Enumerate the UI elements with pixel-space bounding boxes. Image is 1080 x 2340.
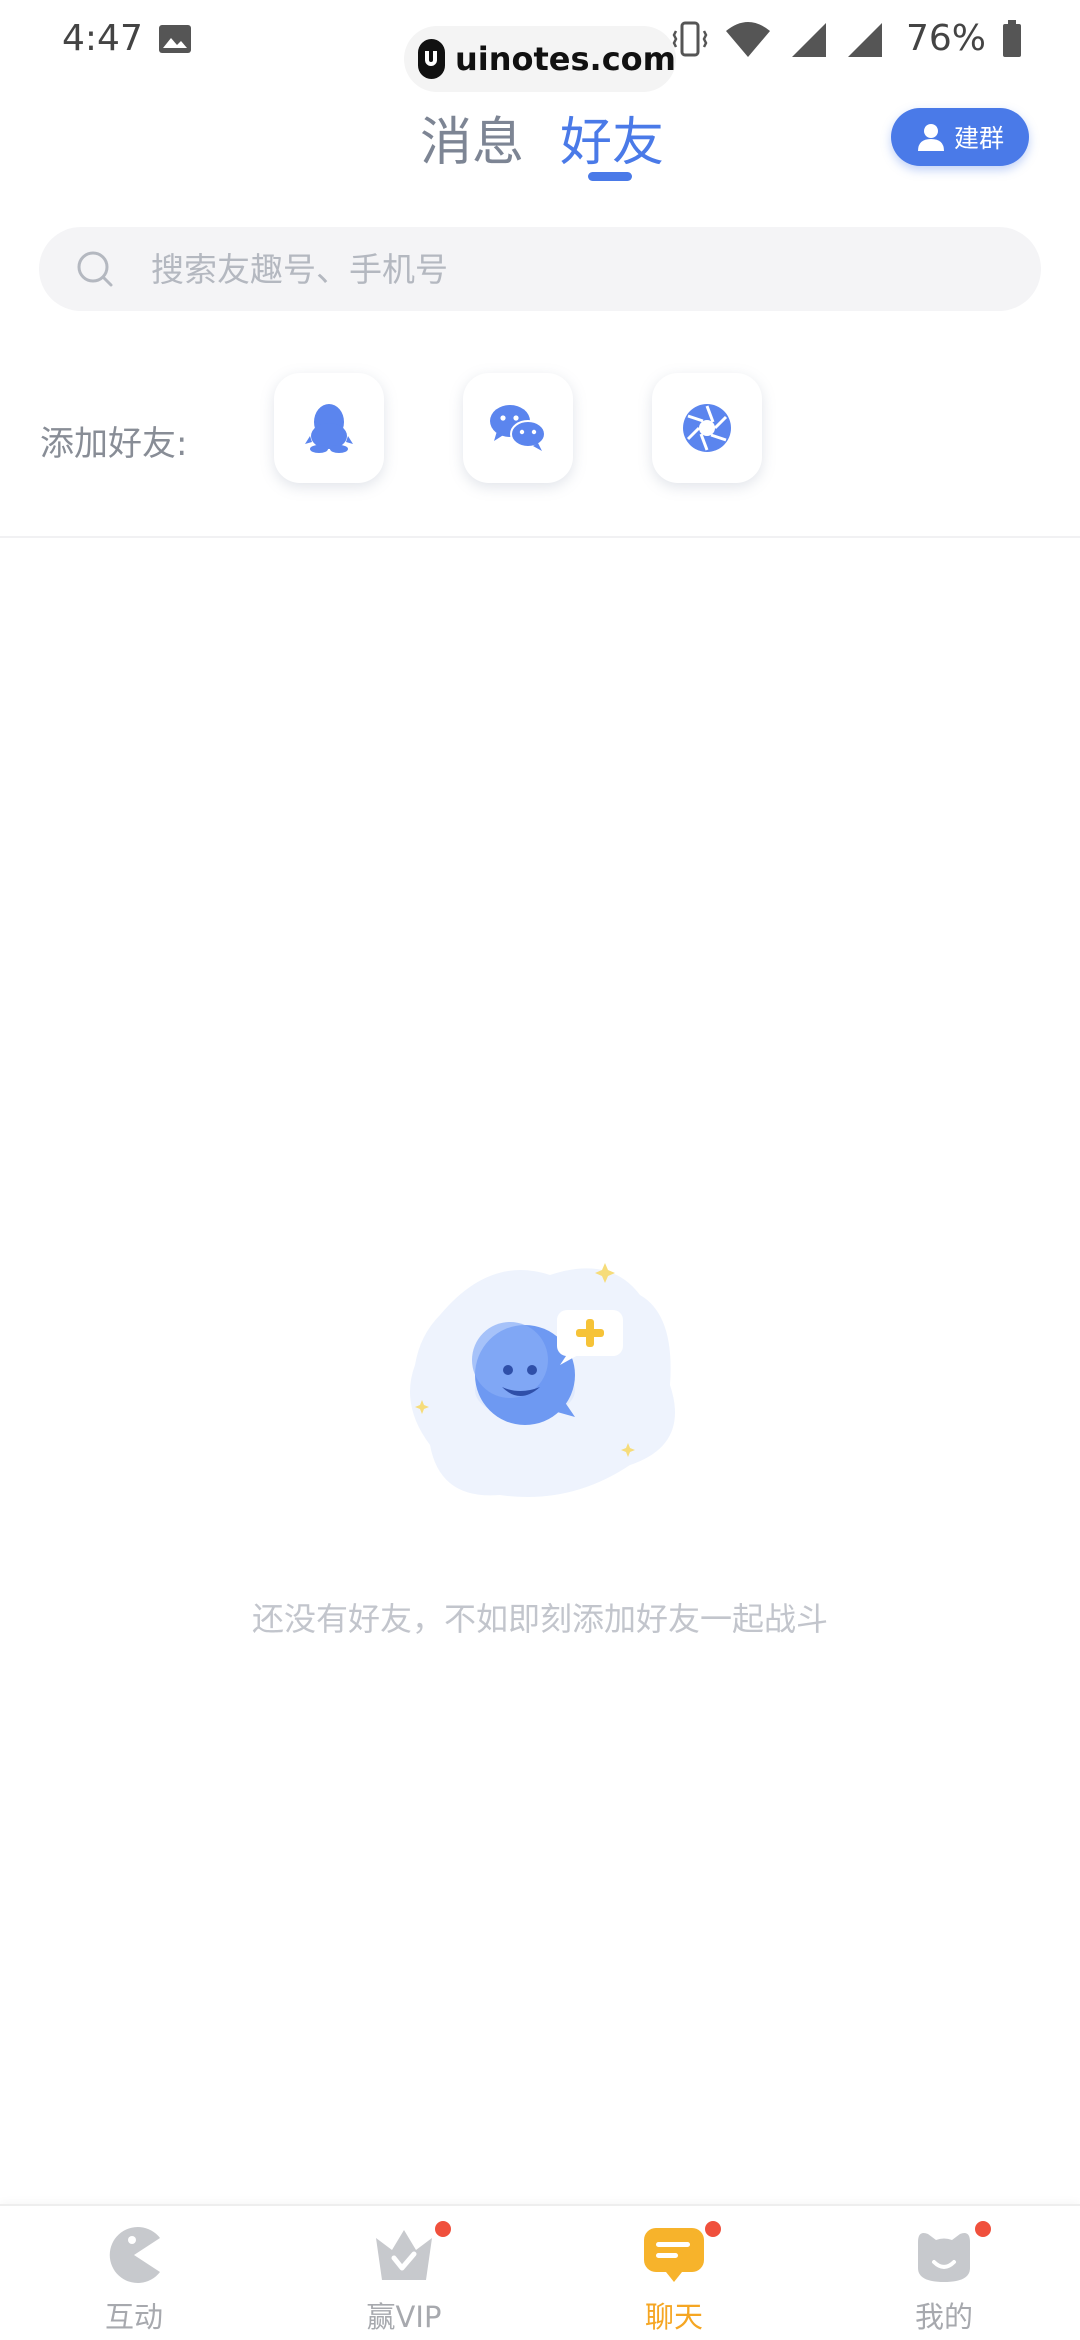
battery-icon — [1003, 19, 1021, 57]
add-friends-label: 添加好友: — [40, 424, 188, 464]
nav-label-interact: 互动 — [104, 2300, 163, 2334]
empty-state-message: 还没有好友，不如即刻添加好友一起战斗 — [251, 1600, 828, 1638]
signal-icon-2 — [847, 22, 882, 57]
chat-badge-dot — [702, 2218, 724, 2240]
status-icons: 76% — [672, 18, 1022, 59]
empty-friends-illustration — [410, 1263, 675, 1497]
nav-label-vip: 赢VIP — [366, 2300, 442, 2334]
wifi-icon — [725, 21, 770, 57]
tab-friends[interactable]: 好友 — [560, 100, 664, 175]
watermark-logo-icon — [418, 39, 445, 79]
add-via-qq-button[interactable] — [274, 373, 384, 483]
wechat-icon — [490, 405, 546, 451]
user-icon — [917, 124, 944, 151]
watermark: uinotes.com — [404, 26, 676, 92]
nav-item-interact[interactable]: 互动 — [64, 2224, 204, 2334]
signal-icon — [791, 22, 826, 57]
vibrate-icon — [672, 21, 708, 56]
add-via-wechat-button[interactable] — [463, 373, 573, 483]
create-group-label: 建群 — [953, 124, 1004, 153]
search-icon — [77, 251, 113, 287]
nav-item-chat[interactable]: 聊天 — [604, 2218, 744, 2334]
friends-page: 4:47 uinotes.com 76% 消息 好友 建群 搜索友趣号、手机号 … — [0, 0, 1080, 2340]
active-tab-indicator — [588, 172, 632, 181]
battery-percent: 76% — [905, 18, 986, 59]
nav-label-me: 我的 — [914, 2300, 973, 2334]
me-badge-dot — [972, 2218, 994, 2240]
status-time: 4:47 — [62, 18, 143, 59]
add-via-shutter-button[interactable] — [652, 373, 762, 483]
nav-item-vip[interactable]: 赢VIP — [334, 2218, 474, 2334]
camera-shutter-icon — [683, 404, 731, 452]
cat-face-icon — [912, 2218, 994, 2286]
nav-item-me[interactable]: 我的 — [874, 2218, 1014, 2334]
pacman-icon — [102, 2224, 166, 2286]
chat-icon — [642, 2218, 724, 2286]
vip-badge-dot — [432, 2218, 454, 2240]
nav-label-chat: 聊天 — [644, 2300, 703, 2334]
watermark-text: uinotes.com — [454, 40, 676, 78]
search-bar[interactable] — [39, 227, 1041, 311]
section-divider — [0, 536, 1080, 538]
qq-icon — [305, 404, 353, 453]
bottom-nav: 互动 赢VIP 聊天 我的 — [0, 2204, 1080, 2340]
create-group-button[interactable]: 建群 — [891, 108, 1029, 166]
search-input[interactable] — [151, 249, 951, 289]
image-notification-icon — [159, 25, 191, 53]
add-friends-row: 添加好友: — [0, 370, 1080, 486]
crown-icon — [372, 2218, 454, 2286]
status-bar: 4:47 uinotes.com 76% — [0, 0, 1080, 92]
tab-messages[interactable]: 消息 — [420, 100, 524, 175]
